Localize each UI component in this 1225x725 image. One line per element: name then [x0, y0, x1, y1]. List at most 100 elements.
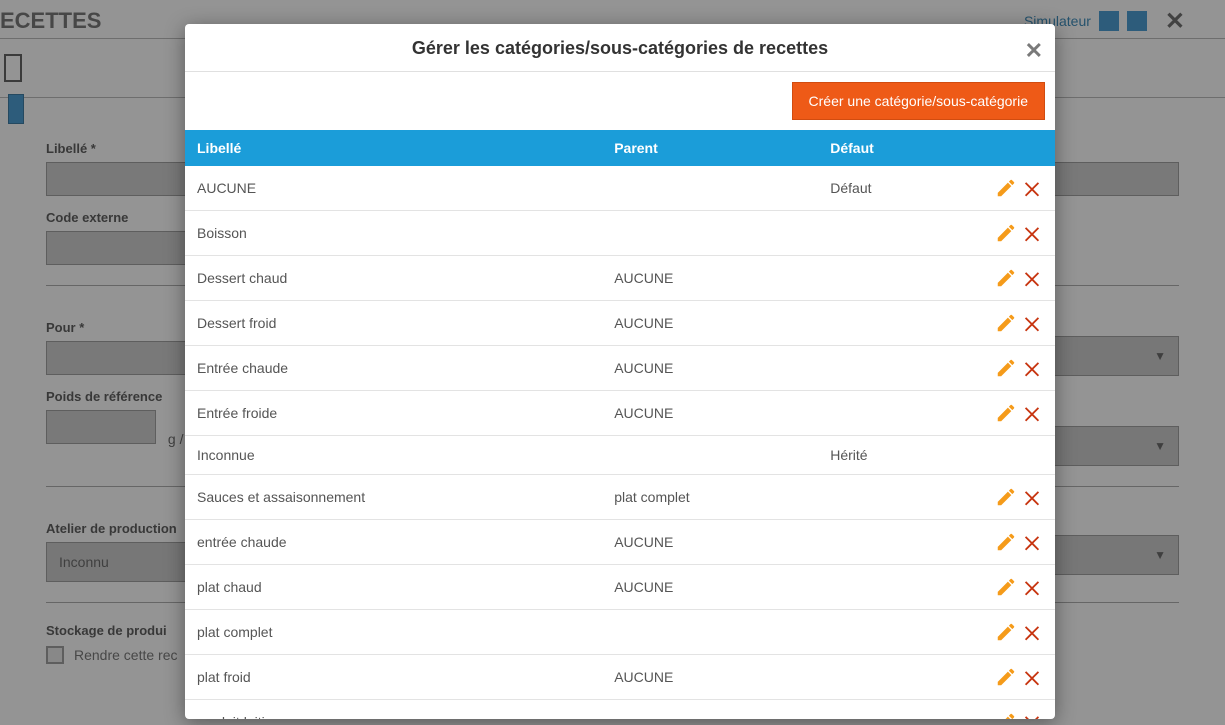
- col-defaut: Défaut: [818, 130, 965, 166]
- edit-icon[interactable]: [995, 267, 1017, 289]
- cell-defaut: [818, 700, 965, 720]
- cell-defaut: [818, 565, 965, 610]
- delete-icon[interactable]: [1021, 312, 1043, 334]
- cell-libelle: plat chaud: [185, 565, 602, 610]
- table-row: plat froidAUCUNE: [185, 655, 1055, 700]
- cell-libelle: AUCUNE: [185, 166, 602, 211]
- cell-defaut: [818, 346, 965, 391]
- modal-body: Créer une catégorie/sous-catégorie Libel…: [185, 72, 1055, 719]
- cell-libelle: Dessert chaud: [185, 256, 602, 301]
- cell-parent: AUCUNE: [602, 346, 818, 391]
- cell-actions: [965, 610, 1055, 655]
- cell-parent: AUCUNE: [602, 565, 818, 610]
- edit-icon[interactable]: [995, 222, 1017, 244]
- cell-actions: [965, 475, 1055, 520]
- table-row: Sauces et assaisonnementplat complet: [185, 475, 1055, 520]
- cell-actions: [965, 700, 1055, 720]
- delete-icon[interactable]: [1021, 576, 1043, 598]
- cell-defaut: [818, 256, 965, 301]
- cell-actions: [965, 256, 1055, 301]
- cell-defaut: [818, 301, 965, 346]
- edit-icon[interactable]: [995, 177, 1017, 199]
- edit-icon[interactable]: [995, 576, 1017, 598]
- cell-actions: [965, 166, 1055, 211]
- cell-parent: AUCUNE: [602, 520, 818, 565]
- cell-actions: [965, 520, 1055, 565]
- delete-icon[interactable]: [1021, 666, 1043, 688]
- cell-parent: AUCUNE: [602, 655, 818, 700]
- cell-libelle: plat froid: [185, 655, 602, 700]
- edit-icon[interactable]: [995, 312, 1017, 334]
- cell-parent: [602, 700, 818, 720]
- close-icon[interactable]: ✕: [1025, 38, 1043, 64]
- cell-libelle: Entrée chaude: [185, 346, 602, 391]
- delete-icon[interactable]: [1021, 177, 1043, 199]
- table-row: plat chaudAUCUNE: [185, 565, 1055, 610]
- edit-icon[interactable]: [995, 357, 1017, 379]
- cell-parent: [602, 436, 818, 475]
- edit-icon[interactable]: [995, 711, 1017, 719]
- col-actions: [965, 130, 1055, 166]
- col-libelle: Libellé: [185, 130, 602, 166]
- categories-modal: Gérer les catégories/sous-catégories de …: [185, 24, 1055, 719]
- cell-parent: AUCUNE: [602, 256, 818, 301]
- edit-icon[interactable]: [995, 402, 1017, 424]
- table-row: produit laitier: [185, 700, 1055, 720]
- cell-libelle: Entrée froide: [185, 391, 602, 436]
- cell-defaut: [818, 610, 965, 655]
- delete-icon[interactable]: [1021, 267, 1043, 289]
- cell-defaut: [818, 391, 965, 436]
- cell-actions: [965, 391, 1055, 436]
- cell-defaut: [818, 211, 965, 256]
- edit-icon[interactable]: [995, 486, 1017, 508]
- delete-icon[interactable]: [1021, 621, 1043, 643]
- cell-actions: [965, 346, 1055, 391]
- cell-actions: [965, 436, 1055, 475]
- cell-parent: [602, 211, 818, 256]
- cell-libelle: produit laitier: [185, 700, 602, 720]
- modal-title: Gérer les catégories/sous-catégories de …: [412, 38, 828, 58]
- table-row: entrée chaudeAUCUNE: [185, 520, 1055, 565]
- cell-parent: AUCUNE: [602, 391, 818, 436]
- cell-defaut: [818, 475, 965, 520]
- table-row: plat complet: [185, 610, 1055, 655]
- cell-actions: [965, 301, 1055, 346]
- delete-icon[interactable]: [1021, 486, 1043, 508]
- delete-icon[interactable]: [1021, 357, 1043, 379]
- cell-defaut: Hérité: [818, 436, 965, 475]
- edit-icon[interactable]: [995, 621, 1017, 643]
- cell-libelle: Sauces et assaisonnement: [185, 475, 602, 520]
- cell-actions: [965, 655, 1055, 700]
- table-row: AUCUNE Défaut: [185, 166, 1055, 211]
- cell-defaut: [818, 520, 965, 565]
- table-row: Dessert froidAUCUNE: [185, 301, 1055, 346]
- cell-libelle: Dessert froid: [185, 301, 602, 346]
- cell-libelle: plat complet: [185, 610, 602, 655]
- cell-actions: [965, 211, 1055, 256]
- cell-libelle: Inconnue: [185, 436, 602, 475]
- cell-parent: AUCUNE: [602, 301, 818, 346]
- delete-icon[interactable]: [1021, 711, 1043, 719]
- delete-icon[interactable]: [1021, 531, 1043, 553]
- cell-libelle: Boisson: [185, 211, 602, 256]
- delete-icon[interactable]: [1021, 222, 1043, 244]
- table-row: Entrée froideAUCUNE: [185, 391, 1055, 436]
- table-row: Inconnue Hérité: [185, 436, 1055, 475]
- table-row: Entrée chaudeAUCUNE: [185, 346, 1055, 391]
- cell-defaut: Défaut: [818, 166, 965, 211]
- cell-parent: [602, 166, 818, 211]
- categories-table: Libellé Parent Défaut AUCUNEDéfautBoisso…: [185, 130, 1055, 719]
- create-category-button[interactable]: Créer une catégorie/sous-catégorie: [792, 82, 1045, 120]
- edit-icon[interactable]: [995, 666, 1017, 688]
- table-row: Dessert chaudAUCUNE: [185, 256, 1055, 301]
- cell-parent: plat complet: [602, 475, 818, 520]
- table-row: Boisson: [185, 211, 1055, 256]
- delete-icon[interactable]: [1021, 402, 1043, 424]
- cell-defaut: [818, 655, 965, 700]
- cell-libelle: entrée chaude: [185, 520, 602, 565]
- cell-parent: [602, 610, 818, 655]
- col-parent: Parent: [602, 130, 818, 166]
- modal-header: Gérer les catégories/sous-catégories de …: [185, 24, 1055, 72]
- edit-icon[interactable]: [995, 531, 1017, 553]
- cell-actions: [965, 565, 1055, 610]
